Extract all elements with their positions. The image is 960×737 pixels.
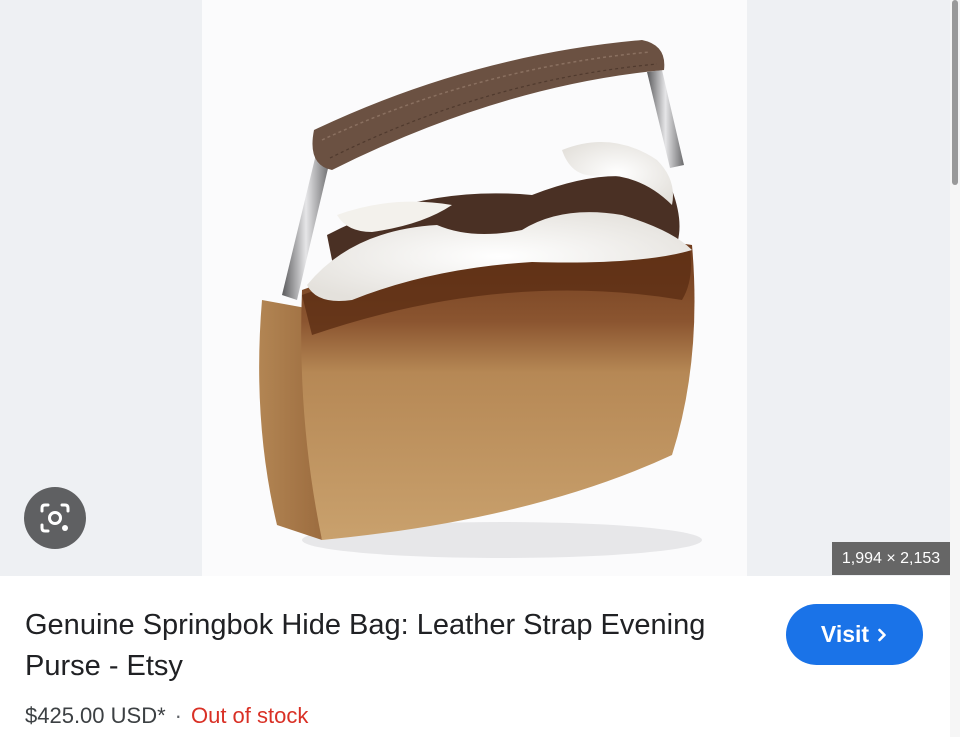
scrollbar-thumb[interactable] xyxy=(952,0,958,185)
image-preview: 1,994 × 2,153 xyxy=(0,0,950,576)
google-lens-icon xyxy=(40,503,70,533)
stock-status: Out of stock xyxy=(190,703,309,728)
image-frame xyxy=(202,0,747,576)
result-info-panel: Genuine Springbok Hide Bag: Leather Stra… xyxy=(0,576,950,737)
price: $425.00 USD* xyxy=(25,703,166,728)
separator-dot: · xyxy=(174,703,182,728)
image-dimensions-badge: 1,994 × 2,153 xyxy=(832,542,950,575)
visit-label: Visit xyxy=(820,621,870,647)
price-row: $425.00 USD* · Out of stock xyxy=(25,701,308,731)
product-image[interactable] xyxy=(202,0,747,576)
google-lens-button[interactable] xyxy=(24,487,86,549)
chevron-right-icon xyxy=(876,627,888,643)
product-title[interactable]: Genuine Springbok Hide Bag: Leather Stra… xyxy=(25,605,765,687)
visit-button[interactable]: Visit xyxy=(786,604,923,665)
